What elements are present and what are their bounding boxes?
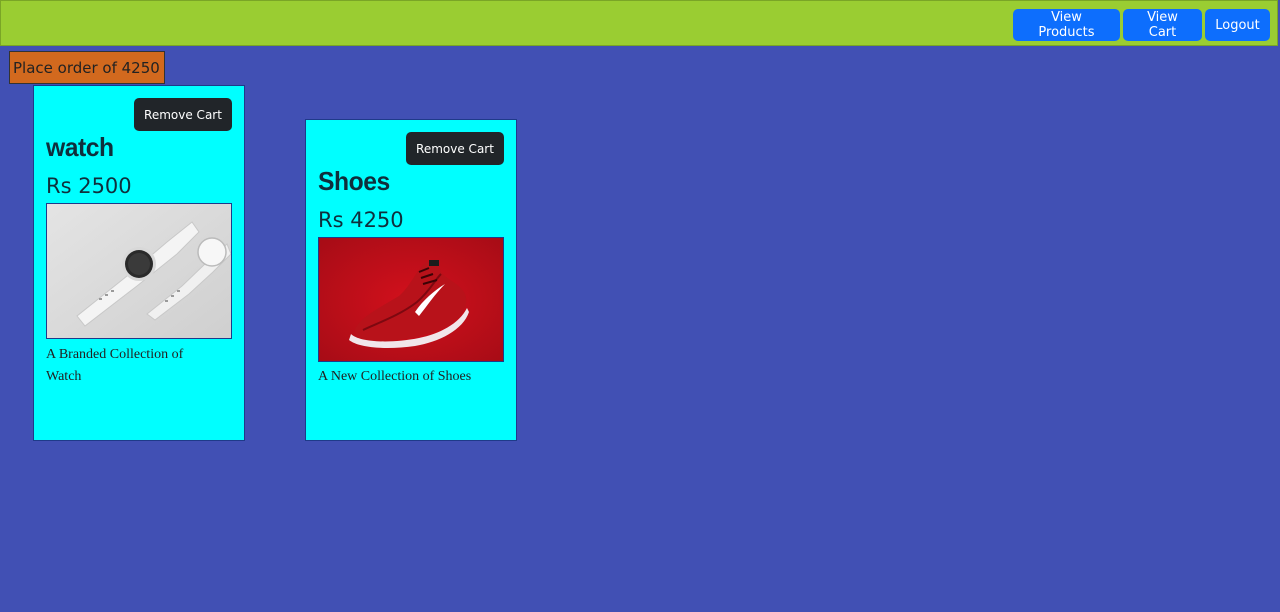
place-order-button[interactable]: Place order of 4250 (9, 51, 165, 84)
product-image (46, 203, 232, 339)
top-navbar: View Products View Cart Logout (0, 0, 1278, 46)
product-price: Rs 4250 (318, 208, 404, 232)
product-price: Rs 2500 (46, 174, 132, 198)
product-description: A New Collection of Shoes (318, 369, 472, 384)
view-products-button[interactable]: View Products (1013, 9, 1120, 41)
remove-cart-button[interactable]: Remove Cart (406, 132, 504, 165)
product-description: A Branded Collection of Watch (46, 347, 184, 384)
logout-button[interactable]: Logout (1205, 9, 1270, 41)
product-title: Shoes (318, 166, 390, 196)
cart-item-card: Remove Cart watch Rs 2500 A Branded Coll… (33, 85, 245, 441)
view-cart-button[interactable]: View Cart (1123, 9, 1202, 41)
shoe-photo (319, 238, 503, 361)
remove-cart-button[interactable]: Remove Cart (134, 98, 232, 131)
watch-photo (47, 204, 231, 338)
cart-item-card: Remove Cart Shoes Rs 4250 A New Collecti… (305, 119, 517, 441)
product-title: watch (46, 132, 114, 162)
product-image (318, 237, 504, 362)
